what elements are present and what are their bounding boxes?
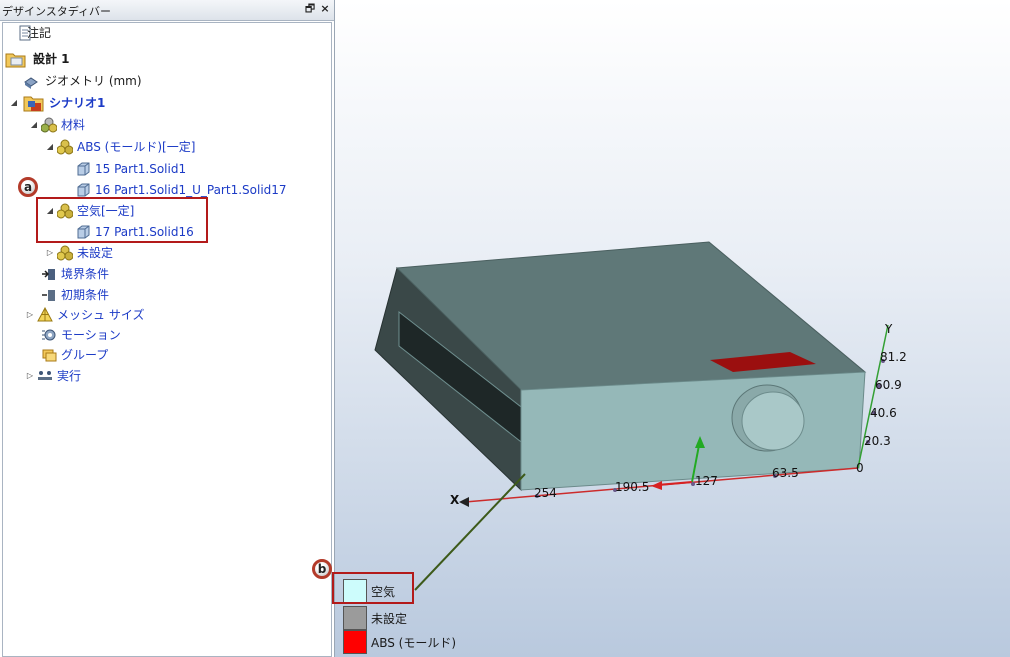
tree-label: モーション	[61, 328, 121, 342]
tree-label: 注記	[27, 26, 52, 40]
expand-icon[interactable]: ▷	[25, 366, 35, 386]
callout-a-highlight-box	[36, 197, 208, 243]
x-axis-label: X	[450, 493, 460, 507]
y-tick-label: 40.6	[870, 406, 897, 420]
tree-label: ABS (モールド)[一定]	[77, 140, 196, 154]
x-axis-arrowhead	[459, 497, 469, 507]
geometry-icon	[24, 77, 38, 89]
expand-icon[interactable]: ▷	[45, 243, 55, 263]
y-tick-label: 0	[856, 461, 864, 475]
tree-label: 実行	[57, 369, 82, 383]
group-icon	[42, 349, 57, 362]
callout-b: b	[312, 559, 332, 579]
tree-label: 境界条件	[61, 267, 110, 281]
y-axis-label: Y	[885, 322, 893, 336]
x-tick-label: 254	[534, 486, 557, 500]
expand-icon[interactable]: ◢	[29, 115, 39, 135]
float-window-icon[interactable]: 🗗	[303, 2, 317, 16]
expand-icon[interactable]: ◢	[45, 137, 55, 157]
callout-b-highlight-box	[332, 572, 414, 604]
y-axis-ticks	[866, 359, 885, 444]
initial-conditions-icon	[42, 290, 55, 301]
tree-label: 材料	[61, 118, 86, 132]
knob-face	[741, 391, 805, 451]
panel-title: デザインスタディバー	[2, 5, 112, 18]
scenario-folder-icon	[23, 96, 44, 112]
y-tick-label: 20.3	[864, 434, 891, 448]
legend-swatch-abs	[343, 630, 367, 654]
design-folder-icon	[5, 53, 26, 68]
motion-icon	[42, 329, 56, 341]
x-tick-label: 190.5	[615, 480, 650, 494]
expand-icon[interactable]: ◢	[9, 93, 19, 113]
tree-label: メッシュ サイズ	[57, 308, 145, 322]
legend-swatch-unset	[343, 606, 367, 630]
legend-label: 未設定	[371, 612, 408, 626]
boundary-conditions-icon	[42, 269, 55, 280]
tree-label: シナリオ1	[49, 96, 106, 110]
panel-titlebar: デザインスタディバー 🗗 ×	[0, 0, 334, 21]
material-icon	[57, 139, 73, 155]
tree-label: ジオメトリ (mm)	[45, 74, 142, 88]
tree-label: 初期条件	[61, 288, 110, 302]
material-icon	[57, 245, 73, 261]
3d-viewport[interactable]: Y X 81.2 60.9 40.6 20.3 0 254 190.5 127 …	[335, 0, 1010, 657]
tree-label: 15 Part1.Solid1	[95, 162, 187, 176]
x-tick-label: 63.5	[772, 466, 799, 480]
y-tick-label: 60.9	[875, 378, 902, 392]
design-study-bar: デザインスタディバー 🗗 × 注記 設計 1 ジオメトリ (mm) ◢ シナリオ…	[0, 0, 335, 657]
tree-label: グループ	[61, 348, 109, 362]
close-icon[interactable]: ×	[318, 2, 332, 16]
expand-icon[interactable]: ▷	[25, 305, 35, 325]
tree-label: 設計 1	[33, 52, 70, 66]
mesh-size-icon	[37, 307, 53, 322]
legend-leader-line	[414, 473, 526, 591]
y-tick-label: 81.2	[880, 350, 907, 364]
legend-label: ABS (モールド)	[371, 636, 457, 650]
materials-icon	[41, 117, 57, 133]
callout-a: a	[18, 177, 38, 197]
triad-x-arrowhead	[651, 481, 662, 490]
model-view[interactable]	[335, 0, 1010, 657]
design-study-tree: 注記 設計 1 ジオメトリ (mm) ◢ シナリオ1 ◢ 材料 ◢ ABS (モ…	[2, 22, 332, 657]
solid-body-icon	[77, 183, 90, 197]
x-tick-label: 127	[695, 474, 718, 488]
run-icon	[38, 371, 52, 380]
solid-body-icon	[77, 162, 90, 176]
tree-label: 未設定	[77, 246, 114, 260]
